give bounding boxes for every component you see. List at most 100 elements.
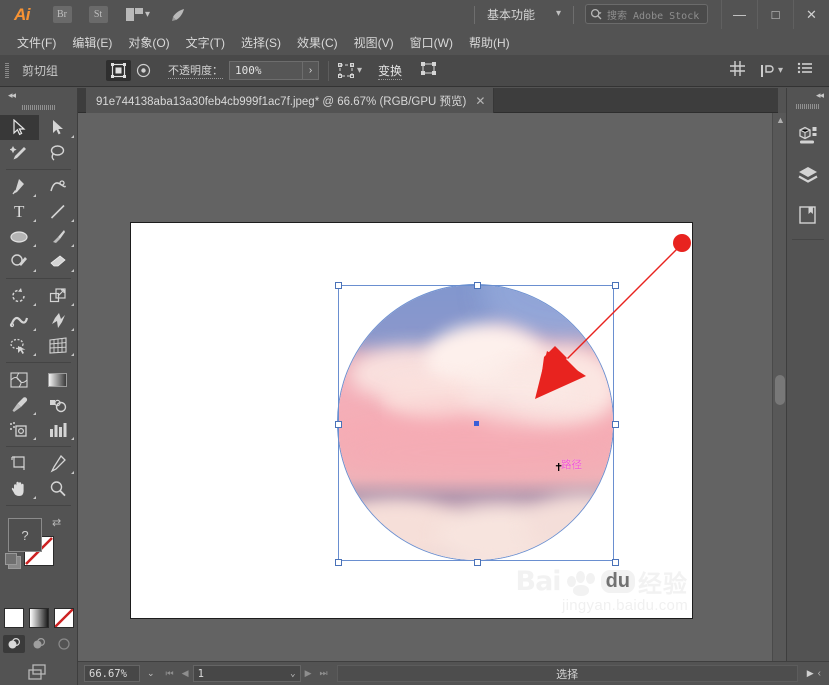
dock-grip[interactable] xyxy=(796,104,820,109)
gradient-swatch-button[interactable] xyxy=(28,608,49,628)
chevron-down-icon[interactable]: ▾ xyxy=(556,8,561,19)
shape-builder-tool[interactable] xyxy=(0,333,39,358)
minimize-button[interactable]: — xyxy=(721,0,757,29)
close-button[interactable]: ✕ xyxy=(793,0,829,29)
handle-top-center[interactable] xyxy=(474,282,481,289)
bridge-button[interactable]: Br xyxy=(49,5,75,25)
width-tool[interactable] xyxy=(0,308,39,333)
tools-panel-grip[interactable] xyxy=(21,105,56,110)
distribute-button[interactable]: ▾ xyxy=(760,63,783,79)
panel-layers[interactable] xyxy=(787,155,829,195)
dock-collapse-button[interactable]: ◂◂ xyxy=(787,88,829,102)
handle-top-right[interactable] xyxy=(612,282,619,289)
eyedropper-tool[interactable] xyxy=(0,392,39,417)
handle-bottom-center[interactable] xyxy=(474,559,481,566)
perspective-grid-tool[interactable] xyxy=(39,333,78,358)
handle-middle-right[interactable] xyxy=(612,421,619,428)
menu-edit[interactable]: 编辑(E) xyxy=(64,31,120,54)
draw-behind-mode-button[interactable] xyxy=(28,635,50,653)
prev-artboard-button[interactable]: ◀ xyxy=(182,668,189,679)
opacity-flyout-button[interactable]: › xyxy=(303,61,319,80)
chevron-down-icon[interactable]: ⌄ xyxy=(290,669,295,679)
menu-window[interactable]: 窗口(W) xyxy=(402,31,461,54)
scroll-up-icon[interactable]: ▲ xyxy=(776,115,785,125)
swap-fill-stroke-icon[interactable]: ⇄ xyxy=(52,516,61,529)
horizontal-scroll-hint[interactable]: ‹ xyxy=(818,668,821,679)
column-graph-tool[interactable] xyxy=(39,417,78,442)
color-swatch-button[interactable] xyxy=(3,608,24,628)
symbol-sprayer-tool[interactable] xyxy=(0,417,39,442)
default-fill-stroke-icon[interactable] xyxy=(5,553,21,569)
type-tool[interactable]: T xyxy=(0,199,39,224)
handle-bottom-left[interactable] xyxy=(335,559,342,566)
handle-middle-left[interactable] xyxy=(335,421,342,428)
menu-view[interactable]: 视图(V) xyxy=(346,31,402,54)
transform-button[interactable]: 变换 xyxy=(378,62,403,80)
curvature-tool[interactable] xyxy=(39,174,78,199)
panel-libraries[interactable] xyxy=(787,195,829,235)
scrollbar-thumb[interactable] xyxy=(775,375,785,405)
stock-button[interactable]: St xyxy=(85,5,111,25)
rotate-tool[interactable] xyxy=(0,283,39,308)
last-artboard-button[interactable]: ⏭ xyxy=(320,668,328,679)
canvas-vertical-scrollbar[interactable]: ▲ xyxy=(772,113,786,661)
panel-properties[interactable] xyxy=(787,115,829,155)
menu-help[interactable]: 帮助(H) xyxy=(461,31,518,54)
zoom-level-input[interactable]: 66.67% xyxy=(84,665,140,682)
isolate-group-button[interactable] xyxy=(106,60,131,81)
draw-inside-mode-button[interactable] xyxy=(53,635,75,653)
tools-collapse-button[interactable]: ◂◂ xyxy=(0,88,77,102)
stock-search-input[interactable]: 搜索 Adobe Stock xyxy=(585,4,708,24)
workspace-switcher[interactable]: 基本功能 xyxy=(487,6,535,23)
close-icon[interactable]: ✕ xyxy=(475,94,485,108)
paintbrush-tool[interactable] xyxy=(39,224,78,249)
pen-tool[interactable] xyxy=(0,174,39,199)
lasso-tool[interactable] xyxy=(39,140,78,165)
eraser-tool[interactable] xyxy=(39,249,78,274)
handle-top-left[interactable] xyxy=(335,282,342,289)
next-artboard-button[interactable]: ▶ xyxy=(305,668,312,679)
change-screen-mode-button[interactable] xyxy=(0,662,77,682)
artboard[interactable]: ✝ 路径 Bai du 经验 jingyan.baidu.com xyxy=(130,222,693,619)
selection-bounding-box[interactable] xyxy=(335,282,619,566)
artboard-tool[interactable] xyxy=(0,451,39,476)
mesh-tool[interactable] xyxy=(0,367,39,392)
blend-tool[interactable] xyxy=(39,392,78,417)
zoom-tool[interactable] xyxy=(39,476,78,501)
fill-swatch[interactable]: ? xyxy=(8,518,42,552)
menu-object[interactable]: 对象(O) xyxy=(120,31,177,54)
status-message[interactable]: 选择 xyxy=(336,665,798,682)
first-artboard-button[interactable]: ⏮ xyxy=(166,668,174,679)
maximize-button[interactable]: □ xyxy=(757,0,793,29)
align-panel-button[interactable] xyxy=(729,60,746,82)
artboard-number-input[interactable]: 1 ⌄ xyxy=(192,665,301,682)
document-tab[interactable]: 91e744138aba13a30feb4cb999f1ac7f.jpeg* @… xyxy=(86,88,495,113)
transform-bounds-button[interactable]: ▾ xyxy=(338,63,362,78)
menu-select[interactable]: 选择(S) xyxy=(233,31,289,54)
document-setup-button[interactable] xyxy=(797,60,813,81)
free-transform-tool[interactable] xyxy=(39,308,78,333)
ellipse-tool[interactable] xyxy=(0,224,39,249)
scale-tool[interactable] xyxy=(39,283,78,308)
menu-effect[interactable]: 效果(C) xyxy=(289,31,346,54)
canvas-area[interactable]: ✝ 路径 Bai du 经验 jingyan.baidu.com xyxy=(78,113,772,661)
hand-tool[interactable] xyxy=(0,476,39,501)
status-flyout-button[interactable]: ▶ xyxy=(807,668,814,679)
slice-tool[interactable] xyxy=(39,451,78,476)
arrange-documents-button[interactable]: ▾ xyxy=(121,5,155,25)
opacity-input[interactable]: 100% xyxy=(229,61,303,80)
menu-file[interactable]: 文件(F) xyxy=(9,31,64,54)
draw-normal-mode-button[interactable] xyxy=(2,635,25,653)
none-swatch-button[interactable] xyxy=(53,608,74,628)
line-segment-tool[interactable] xyxy=(39,199,78,224)
transform-center-point[interactable] xyxy=(474,421,479,426)
gradient-tool[interactable] xyxy=(39,367,78,392)
magic-wand-tool[interactable] xyxy=(0,140,39,165)
direct-selection-tool[interactable] xyxy=(39,115,78,140)
zoom-dropdown-button[interactable]: ⌄ xyxy=(147,668,155,679)
target-button[interactable] xyxy=(131,60,156,81)
shaper-tool[interactable] xyxy=(0,249,39,274)
envelope-distort-button[interactable] xyxy=(420,61,437,81)
menu-type[interactable]: 文字(T) xyxy=(178,31,233,54)
rocket-button[interactable] xyxy=(165,5,191,25)
